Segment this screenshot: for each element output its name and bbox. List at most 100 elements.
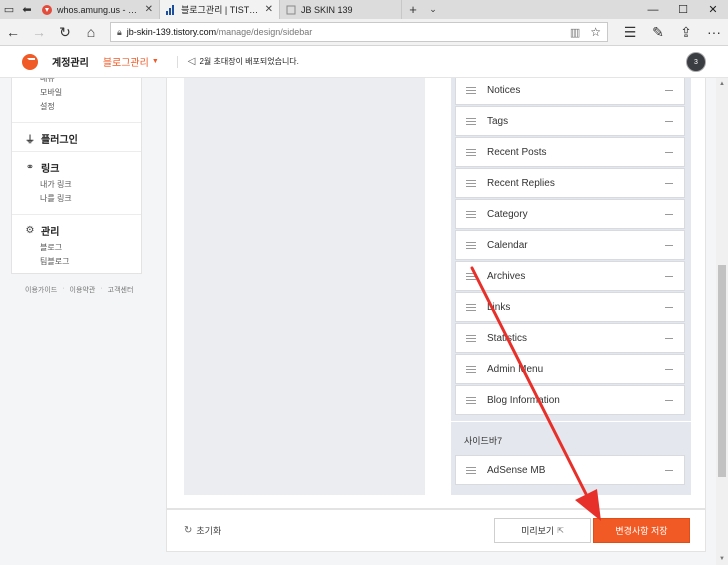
collapse-icon[interactable]: [665, 151, 673, 153]
scroll-down-icon[interactable]: ▼: [716, 553, 728, 565]
drag-handle-icon[interactable]: [466, 466, 476, 474]
drag-handle-icon[interactable]: [466, 396, 476, 404]
sidebar-module[interactable]: Admin Menu: [455, 354, 685, 384]
drag-handle-icon[interactable]: [466, 179, 476, 187]
side-link-team-blog[interactable]: 팀블로그: [40, 255, 141, 269]
tistory-logo-icon[interactable]: [22, 53, 38, 70]
side-group-plugin: ⏚ 플러그인: [12, 122, 141, 151]
chevron-down-icon[interactable]: ⌄: [424, 0, 442, 19]
scroll-thumb[interactable]: [718, 265, 726, 477]
plug-icon: ⏚: [25, 135, 35, 146]
reading-view-icon[interactable]: ▥: [570, 26, 580, 39]
tab-preview-icon[interactable]: ▭: [0, 0, 18, 19]
drag-handle-icon[interactable]: [466, 148, 476, 156]
sidebar-editor-panel: Notices Tags Recent Posts Recent Replies: [166, 78, 706, 509]
sidebar-module[interactable]: Blog Information: [455, 385, 685, 415]
web-note-icon[interactable]: ✎: [644, 19, 672, 46]
drag-handle-icon[interactable]: [466, 241, 476, 249]
refresh-button[interactable]: ↻: [52, 19, 78, 46]
sidebar-module[interactable]: Recent Replies: [455, 168, 685, 198]
side-link-blog[interactable]: 블로그: [40, 241, 141, 255]
tab-title: 블로그관리 | TISTORY: [181, 5, 259, 15]
drag-handle-icon[interactable]: [466, 303, 476, 311]
side-link-menu[interactable]: 메뉴: [40, 78, 141, 86]
divider: [176, 55, 178, 68]
collapse-icon[interactable]: [665, 337, 673, 339]
side-group-label: 링크: [41, 164, 60, 175]
avatar-label: 3: [694, 58, 698, 66]
drag-handle-icon[interactable]: [466, 365, 476, 373]
sidebar-module[interactable]: Calendar: [455, 230, 685, 260]
collapse-icon[interactable]: [665, 275, 673, 277]
collapse-icon[interactable]: [665, 368, 673, 370]
sidebar-module[interactable]: Links: [455, 292, 685, 322]
side-link-settings[interactable]: 설정: [40, 100, 141, 114]
group-separator: [451, 421, 691, 422]
collapse-icon[interactable]: [665, 469, 673, 471]
collapse-icon[interactable]: [665, 306, 673, 308]
sidebar-module[interactable]: Tags: [455, 106, 685, 136]
avatar[interactable]: 3: [686, 52, 706, 72]
new-tab-button[interactable]: +: [402, 0, 424, 19]
sidebar-module[interactable]: Notices: [455, 78, 685, 105]
module-label: Links: [487, 301, 511, 313]
drag-handle-icon[interactable]: [466, 210, 476, 218]
sidebar-module[interactable]: Statistics: [455, 323, 685, 353]
module-label: Category: [487, 208, 528, 220]
drag-handle-icon[interactable]: [466, 334, 476, 342]
page-scrollbar[interactable]: ▲ ▼: [716, 78, 728, 565]
scroll-up-icon[interactable]: ▲: [716, 78, 728, 90]
browser-tab-whos-amung[interactable]: whos.amung.us - real-time : ✕: [36, 0, 160, 19]
module-label: AdSense MB: [487, 464, 546, 476]
sidebar-module[interactable]: Recent Posts: [455, 137, 685, 167]
collapse-icon[interactable]: [665, 244, 673, 246]
minimize-button[interactable]: —: [638, 0, 668, 19]
back-button[interactable]: ←: [0, 19, 26, 46]
side-link-my-links[interactable]: 내가 링크: [40, 178, 141, 192]
account-menu-link[interactable]: 계정관리: [52, 54, 89, 69]
content-area: 메뉴 모바일 설정 ⏚ 플러그인 ⚭ 링크 내가 링크 나를 링크 ⚙ 관리 블…: [0, 78, 716, 565]
reset-button[interactable]: ↻ 초기화: [184, 524, 221, 537]
blog-menu-dropdown[interactable]: 블로그관리 ▼: [103, 54, 159, 69]
forward-button[interactable]: →: [26, 19, 52, 46]
favorites-hub-icon[interactable]: ☰: [616, 19, 644, 46]
drag-handle-icon[interactable]: [466, 272, 476, 280]
collapse-icon[interactable]: [665, 120, 673, 122]
footer-link-terms[interactable]: 이용약관: [70, 285, 96, 295]
footer-link-guide[interactable]: 이용가이드: [25, 285, 57, 295]
footer-link-support[interactable]: 고객센터: [108, 285, 134, 295]
preview-button[interactable]: 미리보기 ⇱: [494, 518, 591, 543]
maximize-button[interactable]: ☐: [668, 0, 698, 19]
side-item-manage[interactable]: ⚙ 관리: [24, 223, 141, 238]
collapse-icon[interactable]: [665, 399, 673, 401]
notice-text[interactable]: 2월 초대장이 배포되었습니다.: [199, 56, 298, 67]
save-changes-button[interactable]: 변경사항 저장: [593, 518, 690, 543]
side-item-plugin[interactable]: ⏚ 플러그인: [24, 131, 141, 146]
sidebar-module[interactable]: Category: [455, 199, 685, 229]
drag-handle-icon[interactable]: [466, 86, 476, 94]
side-link-mobile[interactable]: 모바일: [40, 86, 141, 100]
close-window-button[interactable]: ✕: [698, 0, 728, 19]
favorite-star-icon[interactable]: ☆: [590, 25, 601, 39]
tab-back-icon[interactable]: ⬅: [18, 0, 36, 19]
home-button[interactable]: ⌂: [78, 19, 104, 46]
reset-label: 초기화: [196, 526, 222, 536]
more-icon[interactable]: ···: [700, 19, 728, 46]
side-link-links-to-me[interactable]: 나를 링크: [40, 192, 141, 206]
collapse-icon[interactable]: [665, 213, 673, 215]
collapse-icon[interactable]: [665, 89, 673, 91]
browser-tab-tistory[interactable]: 블로그관리 | TISTORY ✕: [160, 0, 280, 19]
save-label: 변경사항 저장: [615, 526, 668, 536]
browser-tab-jb-skin[interactable]: JB SKIN 139: [280, 0, 402, 19]
close-icon[interactable]: ✕: [265, 4, 273, 15]
url-field[interactable]: 🔒︎ jb-skin-139.tistory.com/manage/design…: [110, 22, 608, 42]
close-icon[interactable]: ✕: [145, 4, 153, 15]
collapse-icon[interactable]: [665, 182, 673, 184]
chart-favicon-icon: [166, 4, 174, 15]
sidebar-module[interactable]: AdSense MB: [455, 455, 685, 485]
sidebar-module[interactable]: Archives: [455, 261, 685, 291]
drag-handle-icon[interactable]: [466, 117, 476, 125]
share-icon[interactable]: ⇪: [672, 19, 700, 46]
side-item-link[interactable]: ⚭ 링크: [24, 160, 141, 175]
url-host: jb-skin-139.tistory.com: [126, 27, 217, 37]
